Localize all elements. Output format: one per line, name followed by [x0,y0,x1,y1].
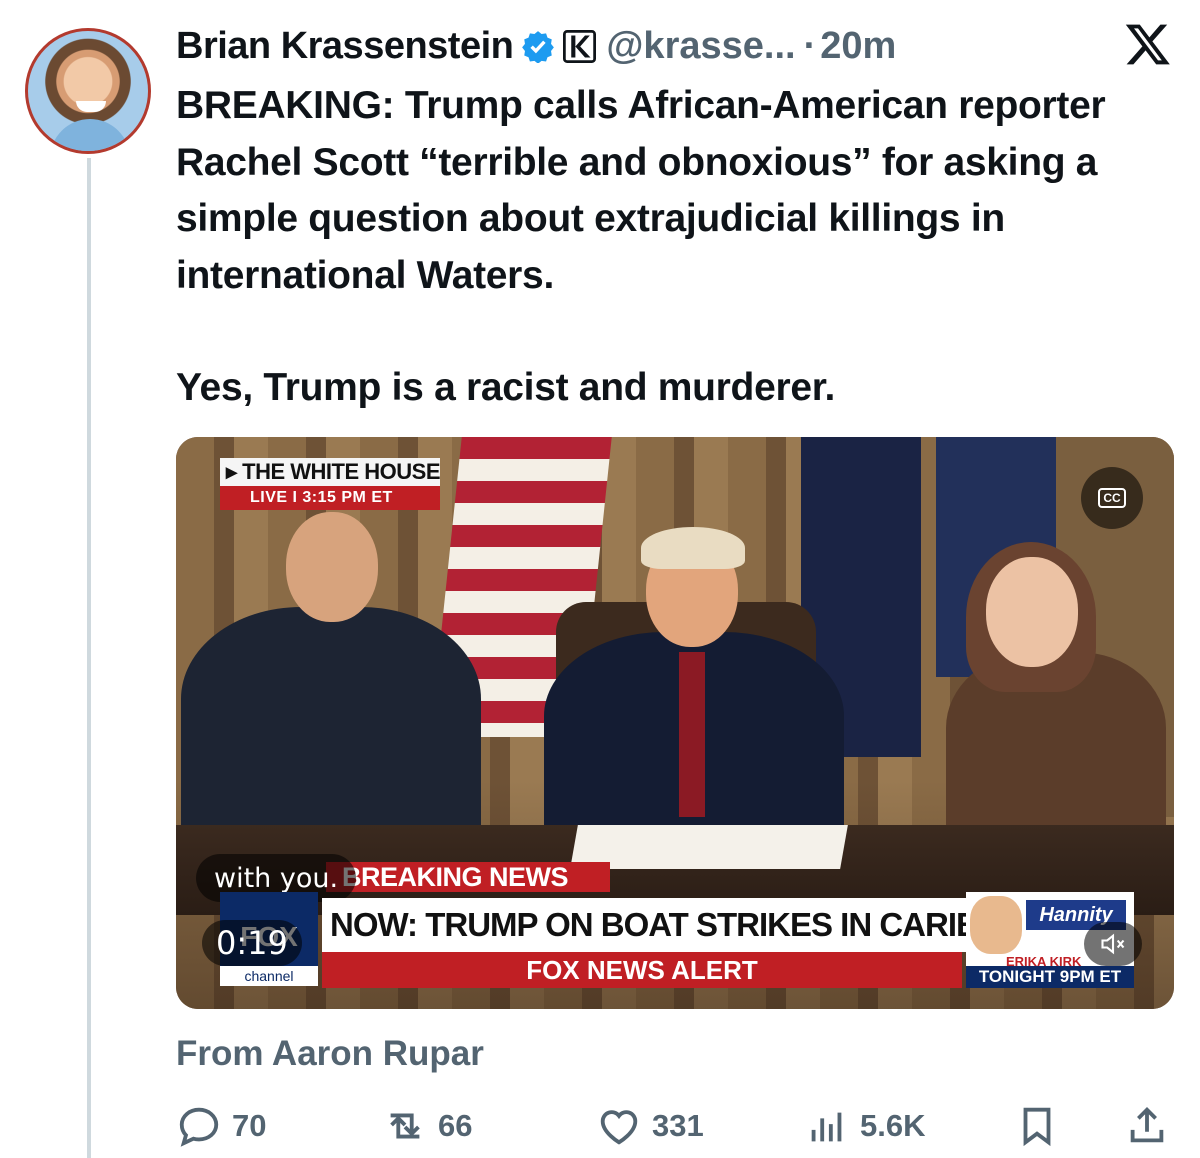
news-lower-third: BREAKING NEWS with you. FOX channel NOW:… [176,854,1174,1009]
person-left [181,607,481,837]
reply-count: 70 [232,1108,267,1143]
views-icon [811,1112,842,1142]
video-timer: 0:19 [202,920,302,966]
separator-dot: · [803,24,817,67]
cc-icon: CC [1098,488,1126,508]
tweet-time[interactable]: 20m [820,25,896,68]
person-right-head [986,557,1078,667]
news-headline: NOW: TRUMP ON BOAT STRIKES IN CARIBBEAN [322,898,1069,952]
tweet-paragraph-1: BREAKING: Trump calls African-American r… [176,84,1106,297]
breaking-news-bar: BREAKING NEWS [326,862,610,892]
tweet-header: Brian Krassenstein @krasse... · 20m [176,22,896,70]
news-alert-bar: FOX NEWS ALERT [322,952,962,988]
views-button[interactable]: 5.6K [804,1100,925,1152]
promo-host-photo [970,896,1022,954]
avatar-smile [76,101,106,112]
video-player[interactable]: ▸ THE WHITE HOUSE LIVE I 3:15 PM ET CC B… [176,437,1174,1009]
repost-icon [390,1113,420,1139]
share-button[interactable] [1124,1100,1170,1152]
live-title-text: THE WHITE HOUSE [242,459,440,484]
verified-badge-icon [522,31,555,63]
thread-line [87,158,91,1158]
bookmark-button[interactable] [1014,1100,1060,1152]
like-count: 331 [652,1108,704,1143]
reply-button[interactable]: 70 [176,1100,266,1152]
media-source[interactable]: From Aaron Rupar [176,1034,484,1074]
person-left-head [286,512,378,622]
repost-count: 66 [438,1108,473,1143]
share-icon [1130,1106,1164,1143]
live-graphic: ▸ THE WHITE HOUSE LIVE I 3:15 PM ET [220,458,440,510]
network-sub: channel [220,966,318,986]
tweet-paragraph-2: Yes, Trump is a racist and murderer. [176,366,835,409]
repost-button[interactable]: 66 [382,1100,472,1152]
tweet-text: BREAKING: Trump calls African-American r… [176,78,1186,417]
live-label: LIVE I 3:15 PM ET [220,486,440,510]
person-center-hair [641,527,745,569]
reply-icon [179,1107,219,1147]
affiliate-badge-icon[interactable] [563,29,597,63]
bookmark-icon [1023,1107,1051,1147]
like-button[interactable]: 331 [596,1100,704,1152]
tie-image [679,652,705,817]
avatar-shirt [50,119,130,151]
views-count: 5.6K [860,1108,926,1143]
mute-icon [1101,933,1125,955]
author-name[interactable]: Brian Krassenstein [176,25,514,68]
avatar[interactable] [25,28,151,154]
captions-button[interactable]: CC [1081,467,1143,529]
x-logo-icon[interactable] [1124,20,1172,68]
promo-time: TONIGHT 9PM ET [966,966,1134,988]
like-icon [600,1110,638,1145]
mute-button[interactable] [1084,922,1142,966]
action-bar: 70 66 331 5.6K [176,1100,1176,1152]
author-handle[interactable]: @krasse... [606,25,795,68]
live-title: ▸ THE WHITE HOUSE [220,458,440,486]
